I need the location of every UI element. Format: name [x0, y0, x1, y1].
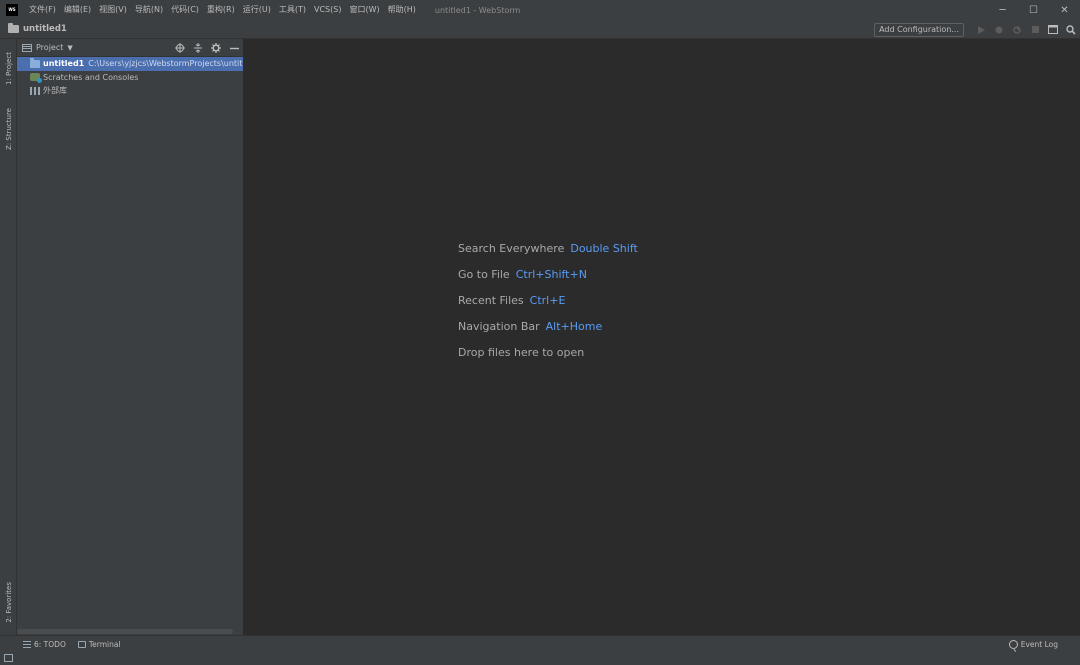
project-tree: untitled1 C:\Users\yjzjcs\WebstormProjec… [17, 57, 243, 98]
menu-bar: 文件(F) 编辑(E) 视图(V) 导航(N) 代码(C) 重构(R) 运行(U… [25, 0, 420, 20]
library-icon [30, 86, 40, 95]
tab-favorites[interactable]: 2: Favorites [0, 573, 17, 631]
event-log-button[interactable]: Event Log [1008, 636, 1058, 653]
close-button[interactable]: ✕ [1049, 0, 1080, 20]
collapse-all-icon[interactable] [189, 39, 207, 57]
debug-icon[interactable] [990, 20, 1008, 39]
horizontal-scrollbar[interactable] [17, 629, 233, 634]
window-controls: ─ ☐ ✕ [987, 0, 1080, 20]
title-bar: WS 文件(F) 编辑(E) 视图(V) 导航(N) 代码(C) 重构(R) 运… [0, 0, 1080, 20]
terminal-icon [77, 641, 86, 648]
todo-icon [23, 641, 31, 648]
tree-item-scratches[interactable]: Scratches and Consoles [17, 71, 243, 85]
menu-run[interactable]: 运行(U) [239, 0, 275, 20]
hint-label: Drop files here to open [458, 345, 585, 359]
tab-terminal-label: Terminal [88, 640, 121, 649]
hint-label: Go to File [458, 267, 510, 281]
webstorm-logo-icon: WS [6, 4, 18, 16]
bottom-tool-tabs: 6: TODO Terminal [17, 636, 127, 653]
tree-item-external-libraries[interactable]: 外部库 [17, 84, 243, 98]
menu-file[interactable]: 文件(F) [25, 0, 60, 20]
tree-item-label: 外部库 [43, 86, 67, 96]
tab-favorites-label: 2: Favorites [4, 581, 13, 623]
left-tool-strip: 1: Project Z: Structure 2: Favorites [0, 39, 17, 665]
minimize-button[interactable]: ─ [987, 0, 1018, 20]
window-title: untitled1 - WebStorm [434, 5, 521, 15]
add-configuration-button[interactable]: Add Configuration... [874, 22, 964, 37]
event-log-label: Event Log [1020, 640, 1058, 649]
locate-icon[interactable] [171, 39, 189, 57]
navigation-bar: untitled1 Add Configuration... [0, 20, 1080, 39]
project-tool-window: Project ▼ untitled1 C:\Users\yjzjcs\Webs… [17, 39, 243, 635]
menu-edit[interactable]: 编辑(E) [60, 0, 95, 20]
main-toolbar: Add Configuration... [874, 20, 1080, 39]
menu-refactor[interactable]: 重构(R) [203, 0, 239, 20]
hint-drop-files: Drop files here to open [458, 339, 638, 365]
tab-project-label: 1: Project [4, 51, 13, 85]
run-icon[interactable] [972, 20, 990, 39]
menu-view[interactable]: 视图(V) [95, 0, 131, 20]
menu-tools[interactable]: 工具(T) [275, 0, 310, 20]
hint-recent-files: Recent Files Ctrl+E [458, 287, 638, 313]
editor-hints: Search Everywhere Double Shift Go to Fil… [458, 235, 638, 365]
tree-item-path: C:\Users\yjzjcs\WebstormProjects\untitle… [88, 59, 243, 69]
search-icon[interactable] [1062, 20, 1080, 39]
menu-window[interactable]: 窗口(W) [345, 0, 383, 20]
stop-icon[interactable] [1026, 20, 1044, 39]
tab-structure[interactable]: Z: Structure [0, 101, 17, 157]
tab-todo[interactable]: 6: TODO [23, 640, 66, 649]
folder-icon [8, 23, 19, 33]
tab-terminal[interactable]: Terminal [77, 640, 121, 649]
project-panel-header: Project ▼ [17, 39, 243, 57]
coverage-icon[interactable] [1008, 20, 1026, 39]
logo-text: WS [8, 6, 16, 14]
project-view-icon [22, 43, 32, 52]
hint-navigation-bar: Navigation Bar Alt+Home [458, 313, 638, 339]
tab-project[interactable]: 1: Project [0, 43, 17, 93]
folder-icon [30, 57, 40, 68]
menu-navigate[interactable]: 导航(N) [131, 0, 167, 20]
project-view-selector[interactable]: Project [36, 43, 63, 52]
hint-search-everywhere: Search Everywhere Double Shift [458, 235, 638, 261]
tool-windows-toggle-icon[interactable] [4, 654, 13, 662]
editor-empty-area[interactable]: Search Everywhere Double Shift Go to Fil… [243, 39, 1080, 635]
hint-shortcut: Ctrl+Shift+N [515, 267, 587, 281]
bottom-tool-bar: 6: TODO Terminal Event Log [0, 635, 1080, 665]
project-panel-actions [171, 39, 243, 57]
chevron-down-icon[interactable]: ▼ [67, 44, 72, 52]
hint-shortcut: Ctrl+E [529, 293, 566, 307]
maximize-button[interactable]: ☐ [1018, 0, 1049, 20]
tab-todo-label: 6: TODO [34, 640, 66, 649]
hint-label: Search Everywhere [458, 241, 565, 255]
tree-item-label: untitled1 [43, 59, 85, 69]
hint-label: Recent Files [458, 293, 524, 307]
menu-code[interactable]: 代码(C) [167, 0, 203, 20]
hint-go-to-file: Go to File Ctrl+Shift+N [458, 261, 638, 287]
breadcrumb-project[interactable]: untitled1 [23, 24, 67, 34]
hint-shortcut: Alt+Home [545, 319, 603, 333]
scratches-icon [30, 73, 42, 84]
project-structure-icon[interactable] [1044, 20, 1062, 39]
event-log-icon [1008, 640, 1018, 649]
settings-icon[interactable] [207, 39, 225, 57]
hint-shortcut: Double Shift [570, 241, 638, 255]
hide-panel-icon[interactable] [225, 39, 243, 57]
tree-item-project-root[interactable]: untitled1 C:\Users\yjzjcs\WebstormProjec… [17, 57, 243, 71]
menu-vcs[interactable]: VCS(S) [310, 0, 345, 20]
menu-help[interactable]: 帮助(H) [384, 0, 420, 20]
tree-item-label: Scratches and Consoles [43, 72, 139, 82]
hint-label: Navigation Bar [458, 319, 540, 333]
tab-structure-label: Z: Structure [4, 108, 13, 150]
